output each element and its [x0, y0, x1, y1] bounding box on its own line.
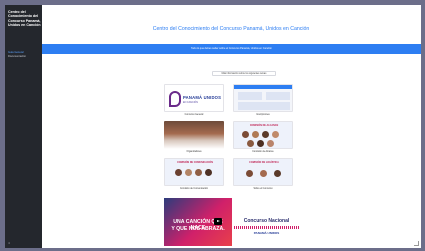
member-avatar: [242, 131, 249, 138]
banner-text: Todo lo que debes saber sobre el Concurs…: [191, 47, 272, 50]
member-avatar: [274, 170, 281, 177]
website-block: [238, 92, 262, 100]
video-frame-right: Concurso Nacional PANAMÁ UNIDOS: [232, 198, 301, 246]
video-subtitle: PANAMÁ UNIDOS: [253, 231, 280, 235]
browser-viewport: Centro del Conocimiento del Concurso Pan…: [5, 5, 421, 248]
member-avatar: [247, 140, 254, 147]
member-avatar: [205, 169, 212, 176]
topic-card-organizers[interactable]: Organizadores: [164, 121, 224, 155]
member-avatar: [246, 170, 253, 177]
card-caption[interactable]: Comisión de Comunicación: [164, 188, 224, 190]
logo-tagline: EN CANCIÓN: [183, 101, 199, 104]
member-avatar: [185, 169, 192, 176]
video-caption-line2: Y QUE NOS ABRAZA.: [171, 226, 225, 232]
member-avatar: [272, 131, 279, 138]
sidebar: Centro del Conocimiento del Concurso Pan…: [5, 5, 42, 248]
logo-name: PANAMÁ UNIDOS: [183, 95, 222, 100]
promo-video[interactable]: UNA CANCIÓN QUE NACE Y QUE NOS ABRAZA. C…: [164, 198, 301, 246]
member-avatar: [257, 140, 264, 147]
play-icon[interactable]: [214, 218, 222, 225]
sidebar-item-documentation[interactable]: Documentación: [8, 55, 41, 58]
video-frame-left: UNA CANCIÓN QUE NACE Y QUE NOS ABRAZA.: [164, 198, 232, 246]
member-avatar: [260, 170, 267, 177]
card-caption[interactable]: Comisión de Alcance: [233, 151, 293, 153]
panel-title: COMISIÓN DE COMUNICACIÓN: [177, 161, 213, 164]
panel-title: COMISIÓN DE ALCANCE: [249, 124, 279, 127]
resize-handle-icon[interactable]: [414, 241, 419, 246]
website-block: [266, 92, 290, 100]
member-avatar: [262, 131, 269, 138]
topic-card-outreach[interactable]: COMISIÓN DE ALCANCE Comisión de Alcance: [233, 121, 293, 155]
member-avatar: [175, 169, 182, 176]
intro-banner: Todo lo que debes saber sobre el Concurs…: [42, 44, 421, 54]
group-photo: [164, 121, 224, 149]
settings-icon[interactable]: ⚙: [8, 242, 14, 245]
main-content: Centro del Conocimiento del Concurso Pan…: [42, 5, 421, 248]
card-caption[interactable]: Organizadores: [164, 151, 224, 153]
commission-panel: COMISIÓN DE COMUNICACIÓN: [164, 158, 224, 186]
sidebar-item-general-guide[interactable]: Guía General: [8, 51, 41, 54]
page-title: Centro del Conocimiento del Concurso Pan…: [152, 26, 310, 32]
card-caption[interactable]: Concurso General: [164, 114, 224, 116]
topic-card-communication[interactable]: COMISIÓN DE COMUNICACIÓN Comisión de Com…: [164, 158, 224, 192]
commission-panel: COMISIÓN DE ALCANCE: [233, 121, 293, 149]
logo-mark-icon: [169, 91, 181, 107]
member-avatar: [252, 131, 259, 138]
card-caption[interactable]: Sobre el Concurso: [233, 188, 293, 190]
sidebar-title[interactable]: Centro del Conocimiento del Concurso Pan…: [8, 10, 41, 28]
panama-unidos-logo: PANAMÁ UNIDOS EN CANCIÓN: [164, 84, 224, 112]
video-title: Concurso Nacional: [243, 218, 290, 224]
topic-card-logistics[interactable]: COMISIÓN DE LOGÍSTICA Sobre el Concurso: [233, 158, 293, 192]
panel-title: COMISIÓN DE LOGÍSTICA: [249, 161, 279, 164]
website-screenshot: [233, 84, 293, 112]
sound-wave-icon: [234, 226, 299, 229]
website-block: [238, 102, 290, 110]
topic-card-registration[interactable]: Inscripciones: [233, 84, 293, 118]
commission-panel: COMISIÓN DE LOGÍSTICA: [233, 158, 293, 186]
website-header-bar: [234, 85, 292, 89]
member-avatar: [195, 169, 202, 176]
card-caption[interactable]: Inscripciones: [233, 114, 293, 116]
member-avatar: [267, 140, 274, 147]
topic-card-general[interactable]: PANAMÁ UNIDOS EN CANCIÓN Concurso Genera…: [164, 84, 224, 118]
section-heading: Más información sobre los siguientes tem…: [212, 71, 276, 76]
